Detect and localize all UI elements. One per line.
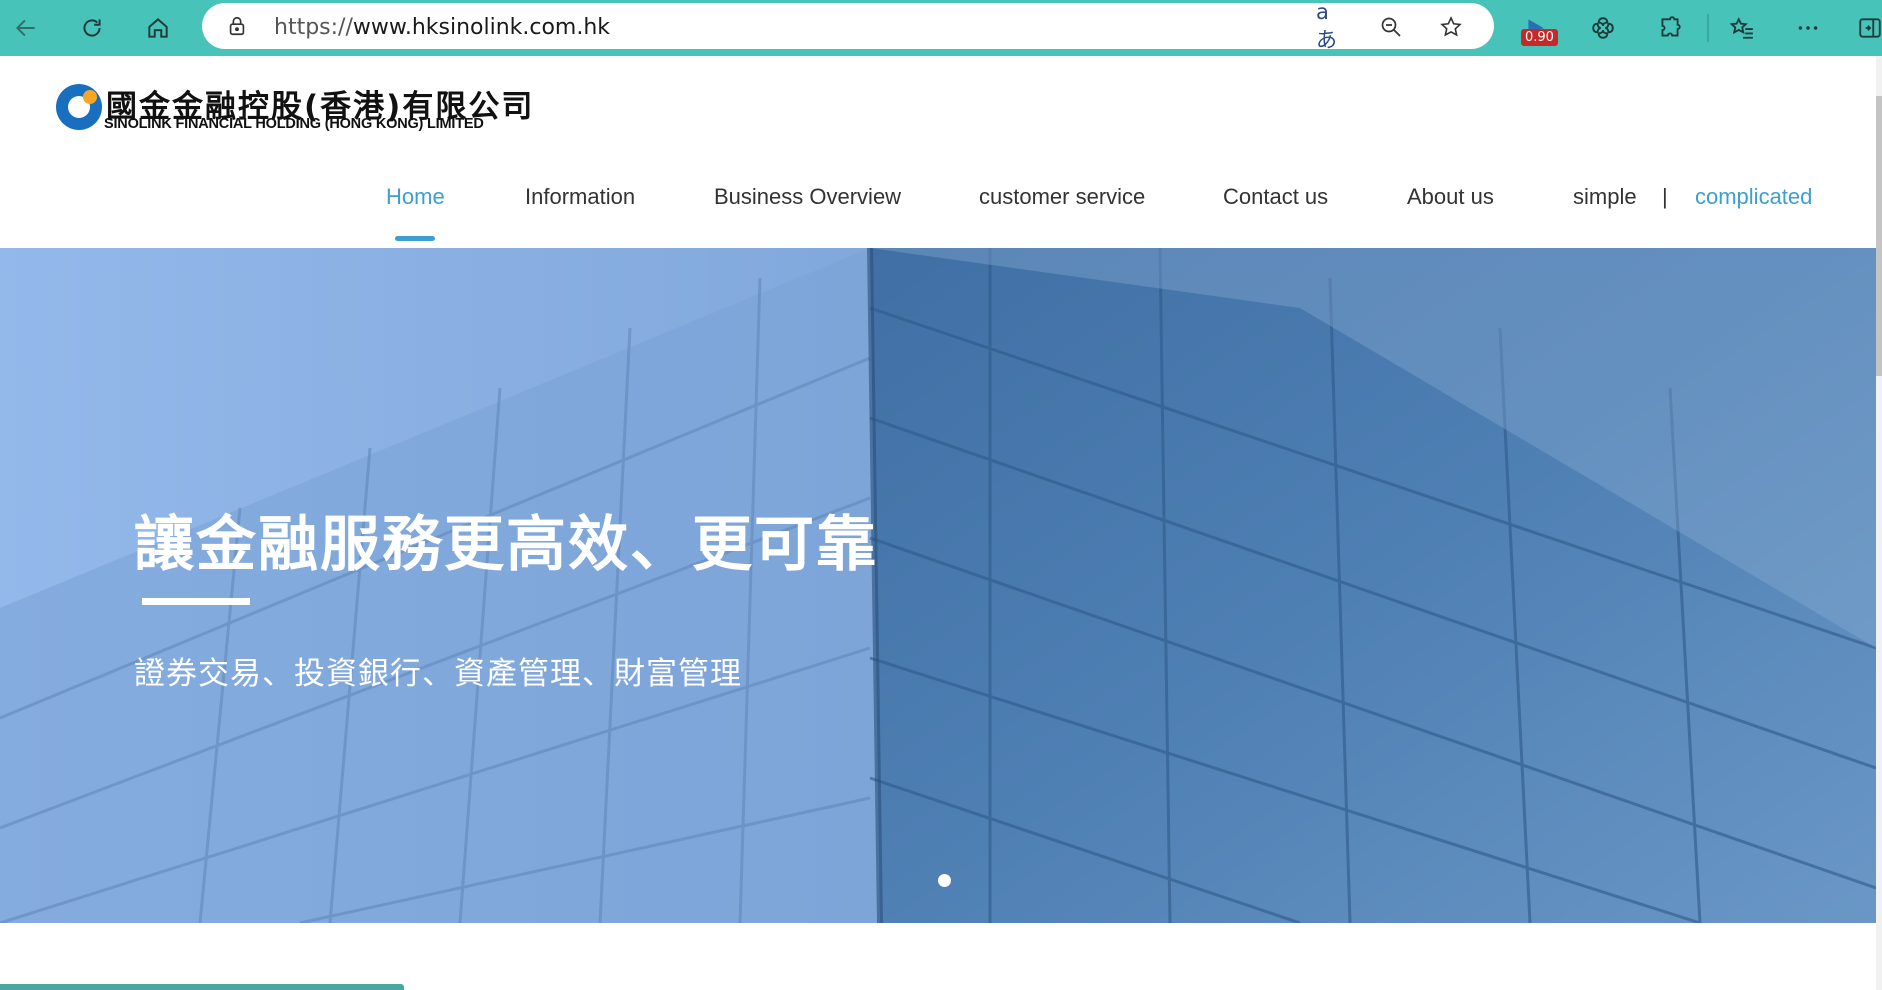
hero-title-underline <box>142 598 250 605</box>
building-facade-image <box>0 248 1876 923</box>
hero-banner: 讓金融服務更高效、更可靠 證券交易、投資銀行、資產管理、財富管理 <box>0 248 1876 923</box>
reload-icon[interactable] <box>74 10 110 46</box>
logo-name-en: SINOLINK FINANCIAL HOLDING (HONG KONG) L… <box>104 116 484 132</box>
browser-toolbar: https://www.hksinolink.com.hk aあ 0.90 <box>0 0 1882 56</box>
logo-mark-icon <box>56 84 102 130</box>
home-icon[interactable] <box>140 10 176 46</box>
more-menu-icon[interactable] <box>1790 10 1826 46</box>
favorites-list-icon[interactable] <box>1724 10 1760 46</box>
web-page: 國金金融控股(香港)有限公司 SINOLINK FINANCIAL HOLDIN… <box>0 56 1876 990</box>
extensions-puzzle-icon[interactable] <box>1652 10 1688 46</box>
company-logo[interactable]: 國金金融控股(香港)有限公司 SINOLINK FINANCIAL HOLDIN… <box>56 84 536 134</box>
address-bar[interactable]: https://www.hksinolink.com.hk aあ <box>202 0 1494 52</box>
nav-item-information[interactable]: Information <box>525 184 635 210</box>
zoom-out-icon[interactable] <box>1376 12 1406 42</box>
lock-icon[interactable] <box>226 14 248 43</box>
main-nav: Home Information Business Overview custo… <box>0 184 1876 254</box>
lang-separator: | <box>1662 184 1668 209</box>
sidebar-toggle-icon[interactable] <box>1852 10 1882 46</box>
nav-item-contact-us[interactable]: Contact us <box>1223 184 1328 210</box>
scrollbar-thumb[interactable] <box>1876 96 1882 376</box>
nav-item-home[interactable]: Home <box>386 184 445 210</box>
back-icon[interactable] <box>8 10 44 46</box>
nav-item-customer-service[interactable]: customer service <box>979 184 1145 210</box>
nav-item-about-us[interactable]: About us <box>1407 184 1494 210</box>
lang-complicated-link[interactable]: complicated <box>1695 184 1812 210</box>
favorite-star-icon[interactable] <box>1436 12 1466 42</box>
copilot-icon[interactable] <box>1585 10 1621 46</box>
hero-title: 讓金融服務更高效、更可靠 <box>134 510 878 580</box>
lang-simple-link[interactable]: simple <box>1573 184 1637 210</box>
toolbar-divider <box>1707 14 1709 42</box>
nav-active-indicator <box>395 236 435 241</box>
extension-badge: 0.90 <box>1521 29 1558 46</box>
page-scrollbar[interactable] <box>1876 56 1882 990</box>
url-text[interactable]: https://www.hksinolink.com.hk <box>274 15 610 40</box>
translate-icon[interactable]: aあ <box>1316 0 1346 52</box>
hero-subtitle: 證券交易、投資銀行、資產管理、財富管理 <box>134 656 742 692</box>
carousel-dot[interactable] <box>938 874 951 887</box>
nav-item-business-overview[interactable]: Business Overview <box>714 184 901 210</box>
section-accent-bar <box>0 984 404 990</box>
